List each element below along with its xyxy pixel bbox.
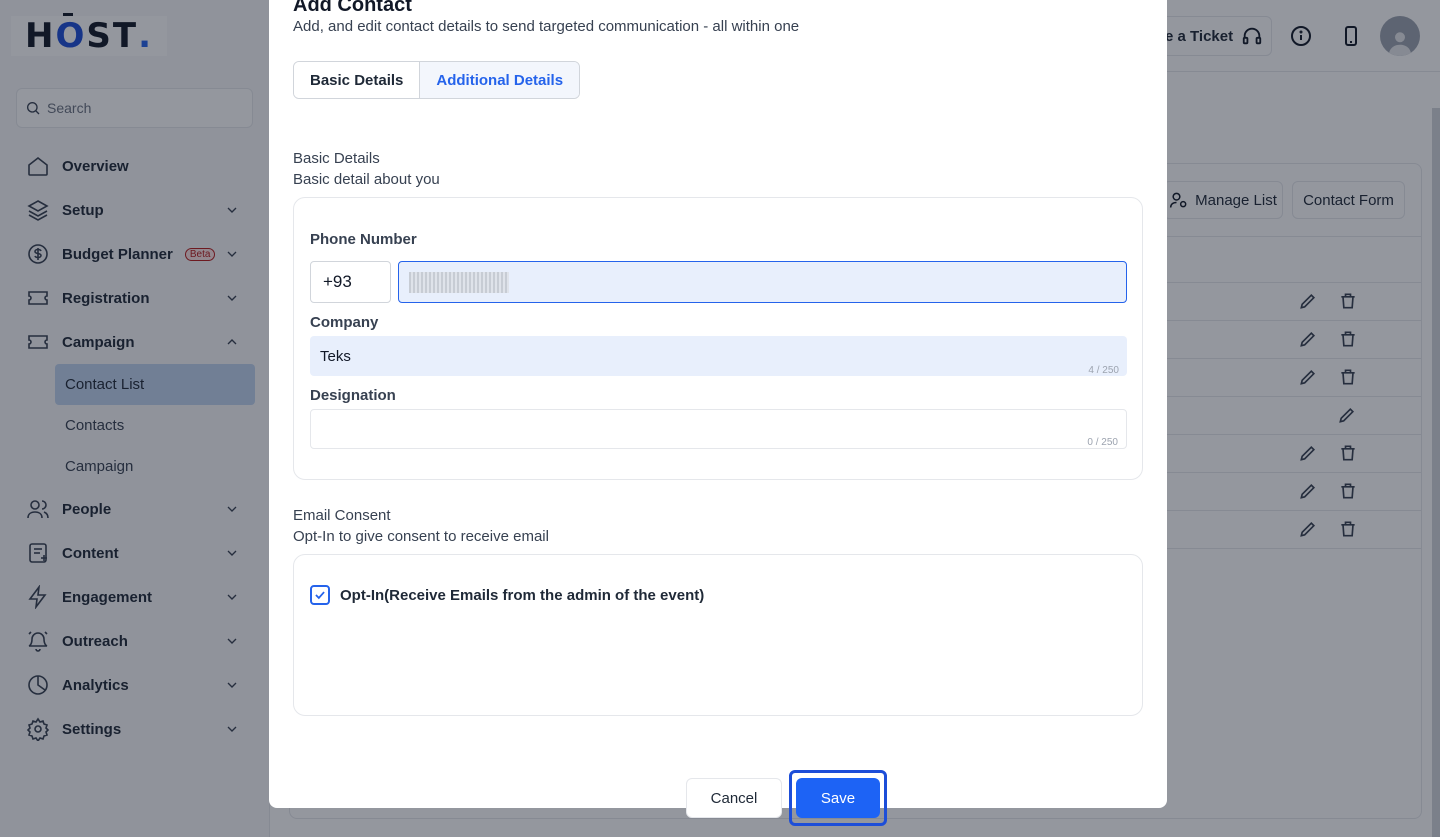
opt-in-checkbox[interactable]: [310, 585, 330, 605]
modal-title: Add Contact: [293, 0, 412, 16]
company-label: Company: [310, 314, 379, 331]
company-value: Teks: [320, 347, 351, 365]
modal-subtitle: Add, and edit contact details to send ta…: [293, 18, 800, 35]
email-consent-desc: Opt-In to give consent to receive email: [293, 528, 549, 545]
company-char-counter: 4 / 250: [1088, 365, 1119, 376]
phone-number-input[interactable]: 0793559115: [398, 261, 1127, 303]
basic-details-title: Basic Details: [293, 150, 380, 167]
country-code-select[interactable]: +93: [310, 261, 391, 303]
basic-details-desc: Basic detail about you: [293, 171, 440, 188]
cancel-button[interactable]: Cancel: [686, 778, 782, 818]
email-consent-title: Email Consent: [293, 507, 391, 524]
phone-number-value: 0793559115: [409, 271, 510, 293]
add-contact-modal: Add Contact Add, and edit contact detail…: [269, 0, 1167, 808]
designation-input[interactable]: 0 / 250: [310, 409, 1127, 449]
designation-char-counter: 0 / 250: [1087, 437, 1118, 448]
modal-tabs: Basic Details Additional Details: [293, 61, 581, 99]
email-consent-box: Opt-In(Receive Emails from the admin of …: [293, 554, 1143, 716]
phone-number-label: Phone Number: [310, 231, 417, 248]
tab-basic-details[interactable]: Basic Details: [294, 62, 420, 98]
basic-details-box: Phone Number +93 0793559115 Company Teks…: [293, 197, 1143, 480]
check-icon: [315, 591, 325, 600]
opt-in-label[interactable]: Opt-In(Receive Emails from the admin of …: [340, 587, 704, 604]
company-input[interactable]: Teks 4 / 250: [310, 336, 1127, 376]
designation-label: Designation: [310, 387, 396, 404]
save-button[interactable]: Save: [796, 778, 880, 818]
country-code-value: +93: [323, 272, 352, 291]
tab-additional-details[interactable]: Additional Details: [419, 62, 580, 98]
